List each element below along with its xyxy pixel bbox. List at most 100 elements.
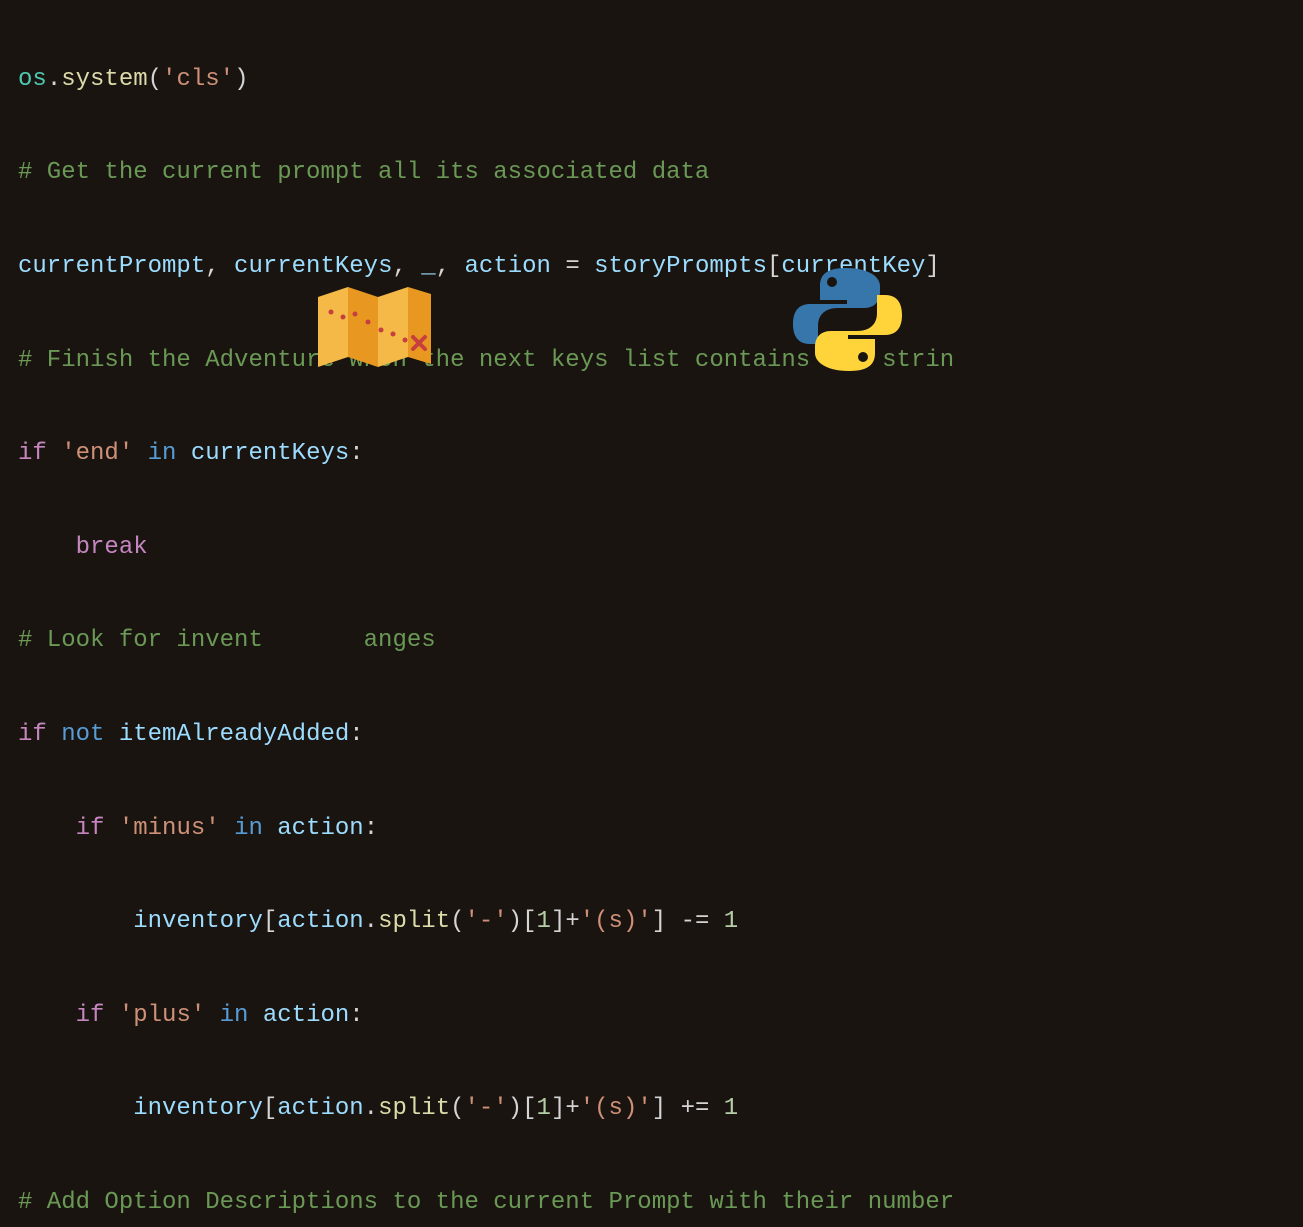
colon: : [364,815,378,842]
string-literal: '(s)' [580,1095,652,1122]
keyword-if: if [76,1002,105,1029]
bracket-close: ] [551,908,565,935]
variable: itemAlreadyAdded [119,721,349,748]
string-literal: 'minus' [119,815,220,842]
space [133,440,147,467]
comment: # Add Option Descriptions to the current… [18,1189,954,1216]
space [205,1002,219,1029]
dot: . [47,66,61,93]
comma: , [392,253,421,280]
string-literal: '(s)' [580,908,652,935]
space [104,721,118,748]
plus: + [565,908,579,935]
variable: storyPrompts [594,253,767,280]
module-name: os [18,66,47,93]
string-literal: 'end' [61,440,133,467]
indent [18,908,133,935]
code-line-12[interactable]: inventory[action.split('-')[1]+'(s)'] +=… [18,1040,1285,1134]
variable: action [277,815,363,842]
dot: . [364,908,378,935]
equals: = [551,253,594,280]
variable: inventory [133,1095,263,1122]
variable: action [277,908,363,935]
space [104,1002,118,1029]
space [263,815,277,842]
operator: -= [666,908,724,935]
code-line-5[interactable]: if 'end' in currentKeys: [18,384,1285,478]
keyword-if: if [18,721,47,748]
space [47,721,61,748]
treasure-map-icon [313,282,433,372]
comment: # Get the current prompt all its associa… [18,159,709,186]
keyword-in: in [234,815,263,842]
code-line-10[interactable]: inventory[action.split('-')[1]+'(s)'] -=… [18,852,1285,946]
colon: : [349,440,363,467]
method-call: system [61,66,147,93]
variable: currentKeys [234,253,392,280]
bracket-close: ] [652,1095,666,1122]
indent [18,1095,133,1122]
comma: , [436,253,465,280]
number-literal: 1 [724,908,738,935]
paren-close: ) [508,1095,522,1122]
code-line-7[interactable]: # Look for invent anges [18,572,1285,666]
paren-open: ( [450,908,464,935]
colon: : [349,721,363,748]
bracket-open: [ [522,1095,536,1122]
bracket-close: ] [652,908,666,935]
keyword-break: break [76,534,148,561]
operator: += [666,1095,724,1122]
colon: : [349,1002,363,1029]
keyword-if: if [18,440,47,467]
method-call: split [378,1095,450,1122]
comma: , [205,253,234,280]
keyword-in: in [220,1002,249,1029]
number-literal: 1 [724,1095,738,1122]
space [176,440,190,467]
keyword-if: if [76,815,105,842]
comment: # Look for invent anges [18,627,436,654]
code-line-3[interactable]: currentPrompt, currentKeys, _, action = … [18,197,1285,291]
string-literal: 'cls' [162,66,234,93]
bracket-open: [ [263,908,277,935]
bracket-open: [ [767,253,781,280]
bracket-close: ] [925,253,939,280]
space [47,440,61,467]
bracket-close: ] [551,1095,565,1122]
string-literal: 'plus' [119,1002,205,1029]
string-literal: '-' [465,908,508,935]
code-line-4[interactable]: # Finish the Adventure when the next key… [18,291,1285,385]
indent [18,534,76,561]
code-line-6[interactable]: break [18,478,1285,572]
space [248,1002,262,1029]
string-literal: '-' [465,1095,508,1122]
keyword-not: not [61,721,104,748]
variable: currentKeys [191,440,349,467]
paren-open: ( [148,66,162,93]
paren-close: ) [508,908,522,935]
code-line-13[interactable]: # Add Option Descriptions to the current… [18,1133,1285,1227]
indent [18,1002,76,1029]
bracket-open: [ [522,908,536,935]
variable: action [465,253,551,280]
code-line-11[interactable]: if 'plus' in action: [18,946,1285,1040]
space [104,815,118,842]
keyword-in: in [148,440,177,467]
bracket-open: [ [263,1095,277,1122]
number-literal: 1 [537,908,551,935]
code-line-9[interactable]: if 'minus' in action: [18,759,1285,853]
paren-open: ( [450,1095,464,1122]
variable: inventory [133,908,263,935]
code-line-2[interactable]: # Get the current prompt all its associa… [18,104,1285,198]
python-logo-icon [790,262,905,377]
dot: . [364,1095,378,1122]
indent [18,815,76,842]
method-call: split [378,908,450,935]
code-line-8[interactable]: if not itemAlreadyAdded: [18,665,1285,759]
number-literal: 1 [537,1095,551,1122]
code-line-1[interactable]: os.system('cls') [18,10,1285,104]
variable: action [263,1002,349,1029]
variable: currentPrompt [18,253,205,280]
variable: action [277,1095,363,1122]
underscore: _ [421,253,435,280]
